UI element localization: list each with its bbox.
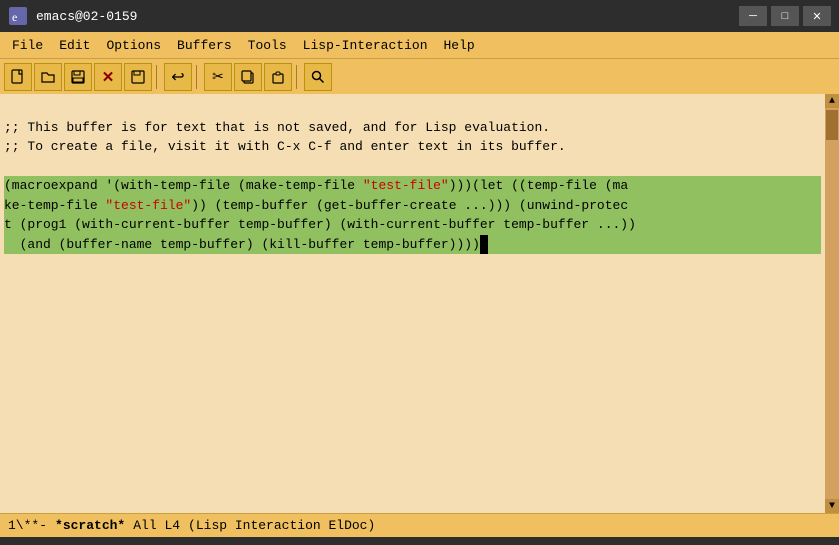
menu-buffers[interactable]: Buffers bbox=[169, 36, 240, 55]
scroll-thumb[interactable] bbox=[826, 110, 838, 140]
scroll-up-arrow[interactable]: ▲ bbox=[825, 94, 839, 108]
scrollbar[interactable]: ▲ ▼ bbox=[825, 94, 839, 513]
code-line-3: t (prog1 (with-current-buffer temp-buffe… bbox=[4, 215, 821, 235]
status-major-mode: (Lisp Interaction ElDoc) bbox=[188, 518, 375, 533]
status-buffer-name: *scratch* bbox=[55, 518, 125, 533]
copy-button[interactable] bbox=[234, 63, 262, 91]
new-file-button[interactable] bbox=[4, 63, 32, 91]
bottom-bar bbox=[0, 537, 839, 545]
editor-content[interactable]: ;; This buffer is for text that is not s… bbox=[0, 94, 825, 513]
close-button[interactable]: ✕ bbox=[803, 6, 831, 26]
close-buffer-button[interactable]: ✕ bbox=[94, 63, 122, 91]
toolbar-separator-3 bbox=[296, 65, 300, 89]
menu-edit[interactable]: Edit bbox=[51, 36, 98, 55]
find-button[interactable] bbox=[304, 63, 332, 91]
comment-line-2: ;; To create a file, visit it with C-x C… bbox=[4, 139, 566, 154]
code-line-2: ke-temp-file "test-file")) (temp-buffer … bbox=[4, 196, 821, 216]
title-bar: e emacs@02-0159 ─ □ ✕ bbox=[0, 0, 839, 32]
status-mode-indicator: 1\**- bbox=[8, 518, 47, 533]
scroll-down-arrow[interactable]: ▼ bbox=[825, 499, 839, 513]
undo-button[interactable]: ↩ bbox=[164, 63, 192, 91]
editor-container: ;; This buffer is for text that is not s… bbox=[0, 94, 839, 513]
menu-tools[interactable]: Tools bbox=[240, 36, 295, 55]
save-alt-button[interactable] bbox=[124, 63, 152, 91]
menu-options[interactable]: Options bbox=[98, 36, 169, 55]
status-position: All L4 bbox=[133, 518, 180, 533]
open-file-button[interactable] bbox=[34, 63, 62, 91]
toolbar: ✕ ↩ ✂ bbox=[0, 58, 839, 94]
comment-line-1: ;; This buffer is for text that is not s… bbox=[4, 120, 550, 135]
code-line-4: (and (buffer-name temp-buffer) (kill-buf… bbox=[4, 235, 821, 255]
toolbar-separator-2 bbox=[196, 65, 200, 89]
cut-button[interactable]: ✂ bbox=[204, 63, 232, 91]
minimize-button[interactable]: ─ bbox=[739, 6, 767, 26]
save-button[interactable] bbox=[64, 63, 92, 91]
status-bar: 1\**- *scratch* All L4 (Lisp Interaction… bbox=[0, 513, 839, 537]
window-controls[interactable]: ─ □ ✕ bbox=[739, 6, 831, 26]
app-icon: e bbox=[8, 6, 28, 26]
code-area: ;; This buffer is for text that is not s… bbox=[4, 98, 821, 293]
blank-line bbox=[4, 159, 12, 174]
toolbar-separator-1 bbox=[156, 65, 160, 89]
menu-bar: File Edit Options Buffers Tools Lisp-Int… bbox=[0, 32, 839, 58]
window-title: emacs@02-0159 bbox=[36, 9, 739, 24]
code-line-1: (macroexpand '(with-temp-file (make-temp… bbox=[4, 176, 821, 196]
maximize-button[interactable]: □ bbox=[771, 6, 799, 26]
menu-help[interactable]: Help bbox=[436, 36, 483, 55]
text-cursor bbox=[480, 235, 488, 255]
paste-button[interactable] bbox=[264, 63, 292, 91]
status-left: 1\**- *scratch* All L4 (Lisp Interaction… bbox=[8, 518, 375, 533]
svg-text:e: e bbox=[12, 10, 17, 24]
menu-lisp-interaction[interactable]: Lisp-Interaction bbox=[295, 36, 436, 55]
menu-file[interactable]: File bbox=[4, 36, 51, 55]
